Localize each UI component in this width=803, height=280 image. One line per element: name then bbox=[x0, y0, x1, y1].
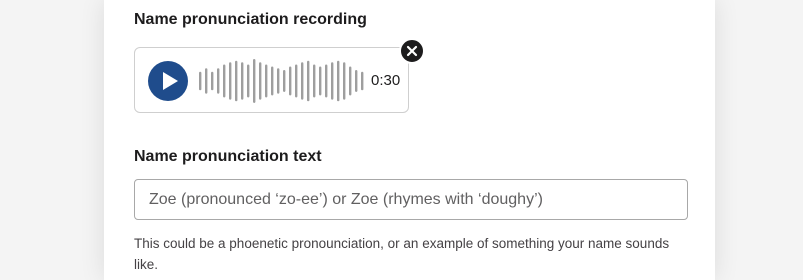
waveform-bar bbox=[319, 66, 322, 96]
recording-duration: 0:30 bbox=[371, 72, 401, 89]
waveform-bar bbox=[223, 64, 226, 98]
profile-edit-panel: Name pronunciation recording 0:30 Name p… bbox=[104, 0, 715, 280]
pronunciation-text-label: Name pronunciation text bbox=[134, 148, 322, 165]
waveform-bar bbox=[307, 60, 310, 102]
waveform-bar bbox=[295, 64, 298, 98]
waveform-bar bbox=[199, 71, 202, 91]
waveform-bar bbox=[337, 60, 340, 102]
waveform-bar bbox=[235, 60, 238, 102]
waveform-bar bbox=[205, 68, 208, 94]
waveform-bar bbox=[265, 64, 268, 98]
remove-recording-button[interactable] bbox=[399, 38, 425, 64]
waveform-bar bbox=[301, 62, 304, 100]
waveform-bar bbox=[325, 64, 328, 98]
audio-waveform[interactable] bbox=[198, 59, 366, 103]
play-button[interactable] bbox=[148, 61, 188, 101]
waveform-bar bbox=[289, 66, 292, 96]
pronunciation-helper-text: This could be a phoenetic pronounciation… bbox=[134, 236, 670, 272]
waveform-bar bbox=[271, 66, 274, 96]
waveform-bar bbox=[241, 62, 244, 100]
waveform-bar bbox=[283, 70, 286, 92]
waveform-bar bbox=[217, 68, 220, 94]
waveform-bar bbox=[313, 64, 316, 98]
waveform-bar bbox=[211, 71, 214, 91]
waveform-bar bbox=[277, 68, 280, 94]
waveform-bar bbox=[253, 59, 256, 103]
audio-recording-player: 0:30 bbox=[134, 47, 409, 113]
close-icon bbox=[406, 45, 418, 57]
waveform-bar bbox=[331, 62, 334, 100]
waveform-bar bbox=[355, 70, 358, 92]
pronunciation-text-input[interactable] bbox=[134, 179, 688, 220]
waveform-bar bbox=[247, 64, 250, 98]
waveform-bar bbox=[349, 66, 352, 96]
waveform-bar bbox=[229, 62, 232, 100]
waveform-bar bbox=[343, 62, 346, 100]
recording-section-label: Name pronunciation recording bbox=[134, 11, 367, 28]
waveform-bar bbox=[259, 62, 262, 100]
play-icon bbox=[163, 72, 178, 90]
waveform-bar bbox=[361, 71, 364, 91]
